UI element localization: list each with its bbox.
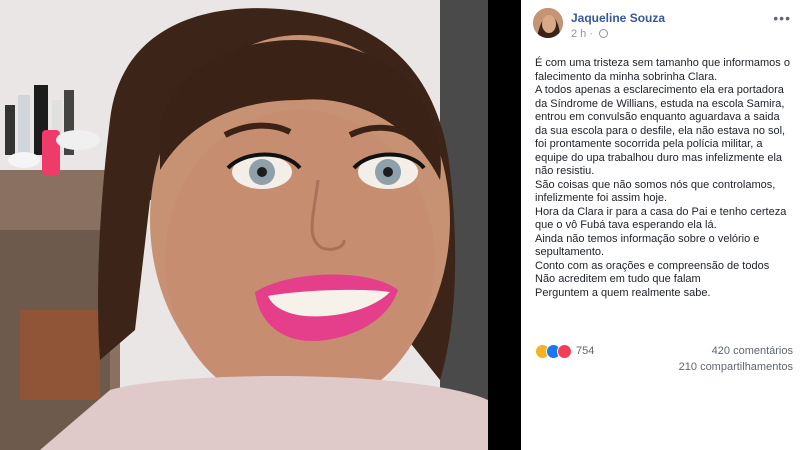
shares-count-link[interactable]: 210 compartilhamentos bbox=[535, 361, 793, 373]
post-panel: Jaqueline Souza 2 h · ••• É com uma tris… bbox=[521, 0, 800, 450]
comments-count-link[interactable]: 420 comentários bbox=[712, 345, 793, 357]
post-paragraph: É com uma tristeza sem tamanho que infor… bbox=[535, 57, 790, 83]
post-paragraph: Ainda não temos informação sobre o velór… bbox=[535, 232, 760, 259]
photo-illustration bbox=[0, 0, 488, 450]
love-reaction-icon[interactable] bbox=[557, 344, 572, 359]
photo-divider bbox=[488, 0, 521, 450]
post-body-text: É com uma tristeza sem tamanho que infor… bbox=[535, 57, 793, 300]
post-photo[interactable] bbox=[0, 0, 488, 450]
post-meta: 2 h · bbox=[571, 28, 609, 40]
reactions-bar: 754 420 comentários bbox=[535, 344, 793, 362]
author-name-link[interactable]: Jaqueline Souza bbox=[571, 11, 665, 25]
meta-separator: · bbox=[589, 28, 597, 40]
post-paragraph: São coisas que não somos nós que control… bbox=[535, 178, 776, 205]
reactions-count[interactable]: 754 bbox=[576, 345, 594, 357]
post-paragraph: Não acreditem em tudo que falam bbox=[535, 273, 701, 285]
post-paragraph: Perguntem a quem realmente sabe. bbox=[535, 286, 711, 299]
more-options-button[interactable]: ••• bbox=[773, 10, 791, 26]
globe-icon bbox=[599, 29, 609, 38]
post-paragraph: A todos apenas a esclarecimento ela era … bbox=[535, 84, 786, 177]
post-timestamp[interactable]: 2 h bbox=[571, 28, 586, 40]
post-paragraph: Hora da Clara ir para a casa do Pai e te… bbox=[535, 205, 787, 232]
post-header: Jaqueline Souza 2 h · ••• bbox=[533, 8, 793, 44]
avatar[interactable] bbox=[533, 8, 563, 38]
post-paragraph: Conto com as orações e compreensão de to… bbox=[535, 259, 770, 272]
